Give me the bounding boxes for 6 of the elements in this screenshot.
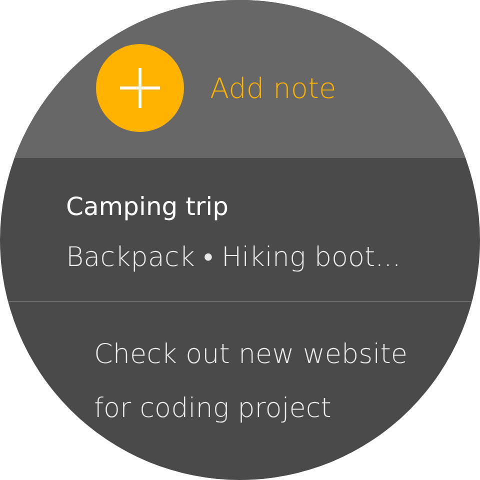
note-text: Check out new website for coding project — [94, 338, 408, 426]
note-item[interactable]: Camping trip Backpack • Hiking boot... — [0, 158, 480, 301]
plus-icon — [96, 44, 184, 132]
note-title: Camping trip — [66, 192, 230, 221]
note-text: Backpack • Hiking boot... — [66, 241, 402, 275]
note-item[interactable]: Check out new website for coding project — [0, 301, 480, 462]
